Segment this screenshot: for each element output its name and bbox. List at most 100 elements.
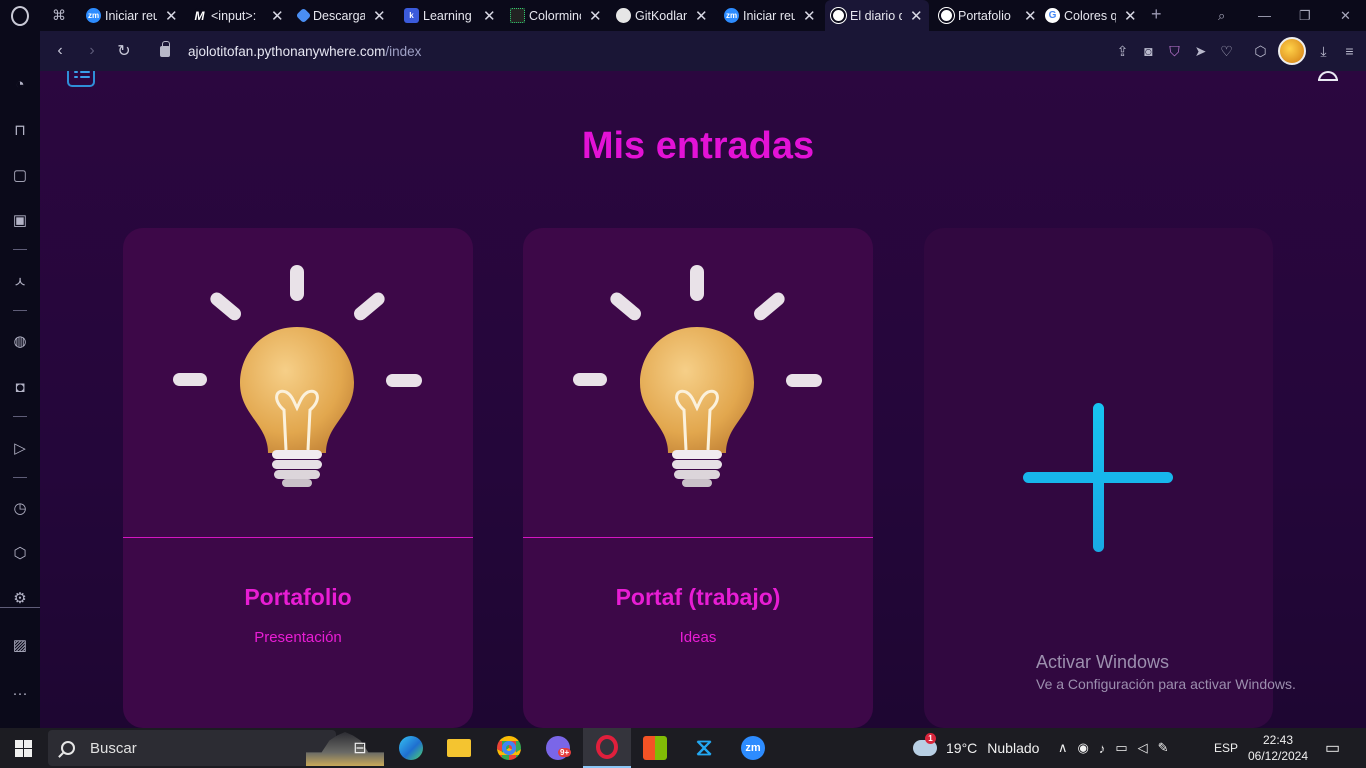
share-icon[interactable]: ⇪ xyxy=(1114,43,1131,60)
store-app[interactable] xyxy=(631,728,679,768)
opera-menu-button[interactable] xyxy=(0,0,40,31)
discord-app[interactable]: 9+ xyxy=(534,728,582,768)
explorer-app[interactable] xyxy=(435,728,483,768)
aria-icon[interactable]: ㅅ xyxy=(9,270,31,292)
tab-input[interactable]: M <input>: ✕ xyxy=(186,0,284,31)
plus-icon-bar xyxy=(1023,472,1173,483)
settings-gear-icon[interactable]: ⚙ xyxy=(9,587,31,609)
sidebar-divider xyxy=(13,416,27,417)
user-icon[interactable] xyxy=(1318,71,1338,81)
webcam-icon[interactable]: ◉ xyxy=(1078,740,1089,756)
opera-gx-app[interactable] xyxy=(583,728,631,768)
close-icon[interactable]: ✕ xyxy=(589,7,602,25)
speed-dial-icon[interactable]: ◔ xyxy=(9,73,31,95)
menu-icon[interactable] xyxy=(67,71,95,87)
tab-descargar[interactable]: Descargar ✕ xyxy=(292,0,386,31)
task-view-button[interactable]: ⊟ xyxy=(336,728,384,768)
tab-search-button[interactable]: ⌕ xyxy=(1218,0,1225,31)
history-icon[interactable]: ◷ xyxy=(9,497,31,519)
restore-button[interactable]: ❐ xyxy=(1299,0,1311,31)
close-icon[interactable]: ✕ xyxy=(165,7,178,25)
vpn-shield-icon[interactable]: ⛉ xyxy=(1166,43,1183,60)
tab-github[interactable]: GitKodlan ✕ xyxy=(610,0,708,31)
close-window-button[interactable]: ✕ xyxy=(1340,0,1351,31)
pen-icon[interactable]: ✎ xyxy=(1158,740,1169,756)
microphone-icon[interactable]: ♪ xyxy=(1099,741,1106,756)
twitch-icon[interactable]: ▢ xyxy=(9,164,31,186)
send-icon[interactable]: ➤ xyxy=(1192,43,1209,60)
avatar[interactable] xyxy=(1278,37,1306,65)
sidebar-divider xyxy=(13,310,27,311)
language-indicator[interactable]: ESP xyxy=(1214,728,1238,768)
heart-icon[interactable]: ♡ xyxy=(1218,43,1235,60)
cpu-icon[interactable]: ▣ xyxy=(9,209,31,231)
camera-icon[interactable]: ◙ xyxy=(1140,43,1157,59)
more-icon[interactable]: ··· xyxy=(9,682,31,704)
tab-el-diario[interactable]: El diario d ✕ xyxy=(825,0,929,31)
tab-colores[interactable]: G Colores q ✕ xyxy=(1039,0,1137,31)
close-icon[interactable]: ✕ xyxy=(271,7,284,25)
back-button[interactable]: ‹ xyxy=(44,31,76,71)
taskbar-search[interactable]: Buscar xyxy=(48,730,384,766)
clock[interactable]: 22:43 06/12/2024 xyxy=(1246,732,1310,764)
reload-button[interactable]: ↻ xyxy=(108,31,140,71)
tab-learning[interactable]: k Learning ✕ xyxy=(398,0,496,31)
weather-badge: 1 xyxy=(925,733,936,744)
temperature: 19°C xyxy=(946,740,978,756)
gallery-icon[interactable]: ▨ xyxy=(9,634,31,656)
url-host: ajolotitofan.pythonanywhere.com xyxy=(188,43,386,59)
vscode-app[interactable]: ⧖ xyxy=(680,728,728,768)
k-icon: k xyxy=(404,8,419,23)
close-icon[interactable]: ✕ xyxy=(803,7,816,25)
url-field[interactable]: ajolotitofan.pythonanywhere.com/index xyxy=(160,40,421,59)
clock-time: 22:43 xyxy=(1262,733,1294,747)
tab-colormind[interactable]: Colorminc ✕ xyxy=(504,0,602,31)
close-icon[interactable]: ✕ xyxy=(1024,7,1037,25)
minimize-button[interactable]: — xyxy=(1258,0,1271,31)
bag-icon[interactable]: ⊓ xyxy=(9,119,31,141)
tab-portafolio[interactable]: Portafolio ✕ xyxy=(933,0,1037,31)
search-icon xyxy=(61,741,75,755)
tab-title: Learning xyxy=(423,8,472,23)
zoom-app[interactable]: zm xyxy=(729,728,777,768)
close-icon[interactable]: ✕ xyxy=(910,7,923,25)
close-icon[interactable]: ✕ xyxy=(483,7,496,25)
globe-icon xyxy=(938,7,955,24)
card-subtitle: Presentación xyxy=(254,629,342,646)
globe-icon xyxy=(830,7,847,24)
web-page: Mis entradas Portafolio Presentación Por… xyxy=(40,71,1366,728)
new-tab-button[interactable]: + xyxy=(1151,4,1162,25)
weather-widget[interactable]: 1 19°C Nublado xyxy=(913,728,1039,768)
clock-date: 06/12/2024 xyxy=(1247,749,1309,763)
forward-button[interactable]: › xyxy=(76,31,108,71)
tab-title: Colores q xyxy=(1064,8,1116,23)
whatsapp-icon[interactable]: ◍ xyxy=(9,330,31,352)
cube-icon[interactable]: ⬡ xyxy=(1252,43,1269,60)
windows-start-icon[interactable] xyxy=(15,740,32,757)
menu-lines-icon[interactable]: ≡ xyxy=(1341,43,1358,59)
heart-icon xyxy=(295,7,312,24)
discord-icon[interactable]: ◘ xyxy=(9,376,31,398)
zoom-icon: zm xyxy=(86,8,101,23)
notifications-icon[interactable]: ▭ xyxy=(1325,728,1340,768)
entry-card[interactable]: Portaf (trabajo) Ideas xyxy=(523,228,873,728)
close-icon[interactable]: ✕ xyxy=(695,7,708,25)
chevron-right-icon: › xyxy=(89,42,95,59)
edge-app[interactable] xyxy=(387,728,435,768)
close-icon[interactable]: ✕ xyxy=(373,7,386,25)
activate-subtitle: Ve a Configuración para activar Windows. xyxy=(1036,676,1296,692)
tab-zoom-2[interactable]: zm Iniciar reu ✕ xyxy=(718,0,816,31)
volume-icon[interactable]: ◁ xyxy=(1138,740,1148,756)
network-icon[interactable]: ▭ xyxy=(1115,740,1127,756)
download-icon[interactable]: ⤓ xyxy=(1315,43,1332,60)
chevron-up-icon[interactable]: ∧ xyxy=(1058,740,1068,756)
close-icon[interactable]: ✕ xyxy=(1124,7,1137,25)
card-title: Portaf (trabajo) xyxy=(615,584,781,610)
player-icon[interactable]: ▷ xyxy=(9,437,31,459)
entry-card[interactable]: Portafolio Presentación xyxy=(123,228,473,728)
chrome-app[interactable] xyxy=(485,728,533,768)
gx-corner-icon[interactable]: ⌘ xyxy=(40,0,78,31)
box-icon[interactable]: ⬡ xyxy=(9,542,31,564)
tab-zoom-1[interactable]: zm Iniciar reu ✕ xyxy=(80,0,178,31)
cloud-icon: 1 xyxy=(913,733,937,756)
